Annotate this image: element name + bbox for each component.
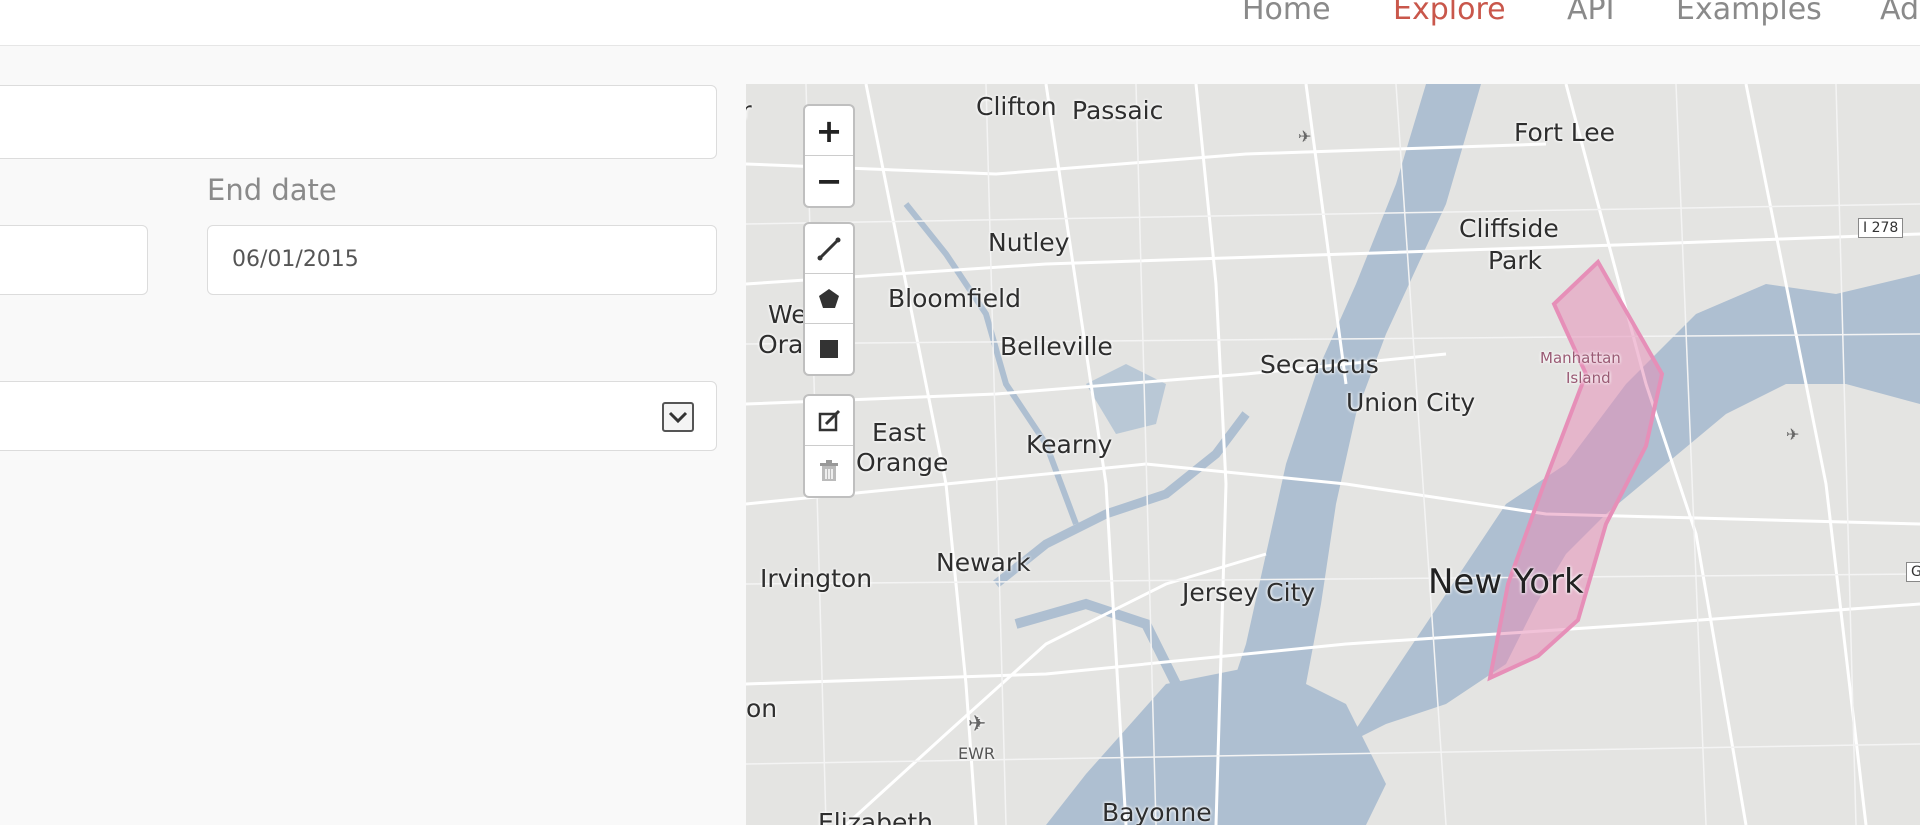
highway-shield-i278: I 278 [1858, 218, 1904, 238]
map-label-kearny: Kearny [1026, 430, 1113, 459]
chevron-down-icon[interactable] [662, 402, 694, 432]
nav-api[interactable]: API [1567, 0, 1614, 27]
airport-icon: ✈ [968, 712, 987, 737]
map-label-west-orange-2: Ora [758, 330, 804, 359]
zoom-out-button[interactable]: − [805, 156, 853, 206]
query-form-panel: End date 06/01/2015 [0, 47, 745, 825]
type-select[interactable] [0, 381, 717, 451]
map-label-fort-lee: Fort Lee [1514, 118, 1616, 147]
trash-icon [820, 460, 838, 481]
nav-examples[interactable]: Examples [1676, 0, 1822, 27]
map-label-union-city: Union City [1346, 388, 1476, 417]
draw-rectangle-button[interactable] [805, 324, 853, 374]
map-label-passaic: Passaic [1072, 96, 1164, 125]
map-label-belleville: Belleville [1000, 332, 1113, 361]
map-label-west-orange: We [768, 300, 807, 329]
line-icon [817, 237, 841, 260]
map-label-ewr: EWR [958, 744, 996, 763]
draw-toolbar [803, 222, 855, 376]
map-label-cliffside-park-2: Park [1488, 246, 1543, 275]
svg-text:✈: ✈ [1786, 425, 1799, 444]
delete-layers-button[interactable] [805, 446, 853, 496]
nav-about[interactable]: Ad [1880, 0, 1919, 27]
map-label-partial-on: on [746, 694, 778, 723]
map-label-elizabeth: Elizabeth [818, 808, 934, 825]
map-label-nutley: Nutley [988, 228, 1070, 257]
nav-home[interactable]: Home [1242, 0, 1331, 27]
map-label-clifton: Clifton [976, 92, 1057, 121]
top-nav: Home Explore API Examples Ad [0, 0, 1920, 46]
map-label-irvington: Irvington [760, 564, 873, 593]
edit-layers-button[interactable] [805, 396, 853, 446]
highway-shield-g: G [1906, 562, 1920, 582]
map-label-cedar-grove: C r [746, 96, 752, 125]
location-input[interactable] [0, 85, 717, 159]
map-label-east-orange: East [872, 418, 926, 447]
map-label-new-york: New York [1428, 562, 1584, 602]
svg-text:✈: ✈ [1298, 127, 1311, 146]
edit-icon [818, 409, 841, 431]
map-label-bayonne: Bayonne [1102, 798, 1212, 825]
map-label-secaucus: Secaucus [1260, 350, 1379, 379]
zoom-control: + − [803, 104, 855, 208]
map-label-manhattan-2: Island [1566, 369, 1611, 387]
pentagon-icon [819, 288, 839, 308]
start-date-input[interactable] [0, 225, 148, 295]
square-icon [820, 340, 838, 358]
map-label-jersey-city: Jersey City [1182, 578, 1316, 607]
nav-explore[interactable]: Explore [1393, 0, 1506, 27]
map-view[interactable]: ✈ ✈ C r e Clifton Passaic Fort Lee Nutle… [746, 84, 1920, 825]
end-date-input[interactable]: 06/01/2015 [207, 225, 717, 295]
draw-line-button[interactable] [805, 224, 853, 274]
edit-toolbar [803, 394, 855, 498]
map-label-cliffside-park: Cliffside [1459, 214, 1559, 243]
draw-polygon-button[interactable] [805, 274, 853, 324]
map-label-bloomfield: Bloomfield [888, 284, 1021, 313]
map-label-manhattan: Manhattan [1540, 349, 1621, 367]
map-label-east-orange-2: Orange [856, 448, 949, 477]
zoom-in-button[interactable]: + [805, 106, 853, 156]
end-date-label: End date [207, 173, 337, 207]
map-label-newark: Newark [936, 548, 1031, 577]
